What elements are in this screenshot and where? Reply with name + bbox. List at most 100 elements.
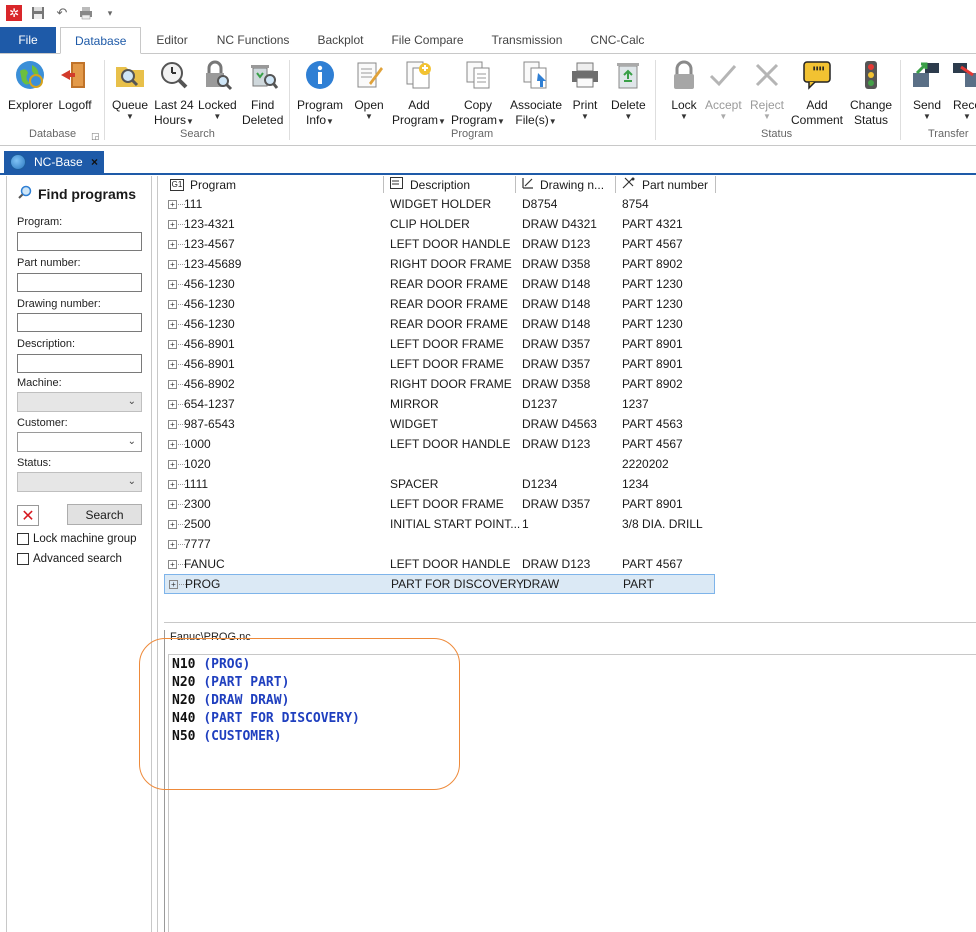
associate-files-button[interactable]: Associate File(s)▼	[510, 58, 562, 128]
checkbox-box[interactable]	[17, 553, 29, 565]
table-row[interactable]: +456-8901 LEFT DOOR FRAME DRAW D357 PART 89…	[164, 334, 715, 354]
expand-icon[interactable]: +	[168, 219, 177, 229]
machine-select[interactable]: ⌄	[17, 392, 142, 412]
table-row[interactable]: +123-4567 LEFT DOOR HANDLE DRAW D123 PART 4…	[164, 234, 715, 254]
advanced-search-checkbox[interactable]: Advanced search	[17, 553, 122, 565]
table-row[interactable]: +123-45689 RIGHT DOOR FRAME DRAW D358 PART …	[164, 254, 715, 274]
table-row[interactable]: +7777	[164, 534, 715, 554]
copy-program-button[interactable]: Copy Program▼	[451, 58, 505, 128]
column-header-description[interactable]: Description	[384, 176, 516, 193]
reject-button[interactable]: Reject ▼	[750, 58, 784, 121]
expand-icon[interactable]: +	[168, 419, 177, 429]
column-header-drawing[interactable]: Drawing n...	[516, 176, 616, 193]
search-button[interactable]: Search	[67, 504, 142, 525]
table-row[interactable]: +456-1230 REAR DOOR FRAME DRAW D148 PART 12…	[164, 294, 715, 314]
expand-icon[interactable]: +	[168, 259, 177, 269]
table-row[interactable]: +456-8902 RIGHT DOOR FRAME DRAW D358 PART 8…	[164, 374, 715, 394]
print-icon[interactable]	[78, 5, 94, 21]
table-row[interactable]: +2500 INITIAL START POINT... 1 3/8 DIA. DRI…	[164, 514, 715, 534]
table-row[interactable]: +456-1230 REAR DOOR FRAME DRAW D148 PART 12…	[164, 314, 715, 334]
expand-icon[interactable]: +	[168, 479, 177, 489]
customize-icon[interactable]: ▾	[102, 5, 118, 21]
receive-button[interactable]: Rece ▼	[950, 58, 976, 121]
find-deleted-button[interactable]: Find Deleted	[242, 58, 283, 128]
expand-icon[interactable]: +	[168, 239, 177, 249]
expand-icon[interactable]: +	[168, 519, 177, 529]
table-row[interactable]: +1111 SPACER D1234 1234	[164, 474, 715, 494]
expand-icon[interactable]: +	[168, 319, 177, 329]
column-header-program[interactable]: G1 Program	[164, 176, 384, 193]
table-row[interactable]: + FANUC LEFT DOOR HANDLE DRAW D123 PART 4567	[164, 554, 715, 574]
lock-button[interactable]: Lock ▼	[667, 58, 701, 121]
customer-select[interactable]: ⌄	[17, 432, 142, 452]
lock-machine-group-checkbox[interactable]: Lock machine group	[17, 533, 137, 545]
send-button[interactable]: Send ▼	[910, 58, 944, 121]
expand-icon[interactable]: +	[168, 199, 177, 209]
tab-backplot[interactable]: Backplot	[303, 27, 377, 53]
expand-icon[interactable]: +	[168, 299, 177, 309]
ribbon: Explorer Logoff Database ◲ Queue ▼ Last …	[0, 54, 976, 146]
expand-icon[interactable]: +	[168, 559, 177, 569]
program-info-button[interactable]: Program Info▼	[297, 58, 343, 128]
delete-button[interactable]: Delete ▼	[611, 58, 646, 121]
undo-icon[interactable]: ↶	[54, 5, 70, 21]
print-button[interactable]: Print ▼	[568, 58, 602, 121]
expand-icon[interactable]: +	[168, 339, 177, 349]
table-row[interactable]: +456-1230 REAR DOOR FRAME DRAW D148 PART 12…	[164, 274, 715, 294]
column-header-part-number[interactable]: Part number	[616, 176, 716, 193]
expand-icon[interactable]: +	[168, 539, 177, 549]
part-number-field[interactable]	[17, 273, 142, 292]
table-row[interactable]: +987-6543 WIDGET DRAW D4563 PART 4563	[164, 414, 715, 434]
table-row[interactable]: + PROG PART FOR DISCOVERY DRAW PART	[164, 574, 715, 594]
add-comment-button[interactable]: " " Add Comment	[791, 58, 843, 128]
dropdown-caret-icon: ▼	[680, 112, 688, 121]
tab-database[interactable]: Database	[60, 27, 142, 54]
open-button[interactable]: Open ▼	[352, 58, 386, 121]
last-24-label-1: Last 24	[154, 98, 194, 112]
tab-cnc-calc[interactable]: CNC-Calc	[576, 27, 658, 53]
cell-drawing: DRAW D358	[522, 257, 591, 271]
change-status-button[interactable]: Change Status	[850, 58, 892, 128]
tab-nc-base[interactable]: NC-Base ×	[4, 151, 104, 173]
app-logo-icon[interactable]: ✲	[6, 5, 22, 21]
queue-label: Queue	[112, 98, 149, 112]
clear-search-button[interactable]: ✕	[17, 505, 39, 526]
expand-icon[interactable]: +	[168, 439, 177, 449]
status-select[interactable]: ⌄	[17, 472, 142, 492]
accept-button[interactable]: Accept ▼	[705, 58, 742, 121]
add-program-button[interactable]: Add Program▼	[392, 58, 446, 128]
last-24-hours-button[interactable]: Last 24 Hours▼	[154, 58, 194, 128]
table-row[interactable]: +654-1237 MIRROR D1237 1237	[164, 394, 715, 414]
table-row[interactable]: +456-8901 LEFT DOOR FRAME DRAW D357 PART 89…	[164, 354, 715, 374]
save-icon[interactable]	[30, 5, 46, 21]
expand-icon[interactable]: +	[168, 399, 177, 409]
close-icon[interactable]: ×	[91, 155, 98, 169]
tab-editor[interactable]: Editor	[141, 27, 202, 53]
locked-button[interactable]: Locked ▼	[198, 58, 237, 121]
expand-icon[interactable]: +	[168, 499, 177, 509]
cell-drawing: DRAW D148	[522, 317, 591, 331]
program-field[interactable]	[17, 232, 142, 251]
dialog-launcher-icon[interactable]: ◲	[91, 131, 100, 142]
tab-transmission[interactable]: Transmission	[478, 27, 577, 53]
expand-icon[interactable]: +	[168, 459, 177, 469]
expand-icon[interactable]: +	[168, 379, 177, 389]
table-row[interactable]: +2300 LEFT DOOR FRAME DRAW D357 PART 8901	[164, 494, 715, 514]
table-row[interactable]: +1000 LEFT DOOR HANDLE DRAW D123 PART 4567	[164, 434, 715, 454]
table-row[interactable]: +1020 2220202	[164, 454, 715, 474]
description-field[interactable]	[17, 354, 142, 373]
expand-icon[interactable]: +	[169, 579, 178, 589]
table-row[interactable]: +111 WIDGET HOLDER D8754 8754	[164, 194, 715, 214]
tab-file[interactable]: File	[0, 27, 56, 53]
table-row[interactable]: +123-4321 CLIP HOLDER DRAW D4321 PART 4321	[164, 214, 715, 234]
queue-button[interactable]: Queue ▼	[112, 58, 148, 121]
expand-icon[interactable]: +	[168, 359, 177, 369]
drawing-number-field[interactable]	[17, 313, 142, 332]
checkbox-box[interactable]	[17, 533, 29, 545]
logoff-button[interactable]: Logoff	[58, 58, 92, 113]
splitter[interactable]	[164, 622, 976, 630]
expand-icon[interactable]: +	[168, 279, 177, 289]
tab-nc-functions[interactable]: NC Functions	[203, 27, 304, 53]
explorer-button[interactable]: Explorer	[8, 58, 53, 113]
tab-file-compare[interactable]: File Compare	[377, 27, 477, 53]
